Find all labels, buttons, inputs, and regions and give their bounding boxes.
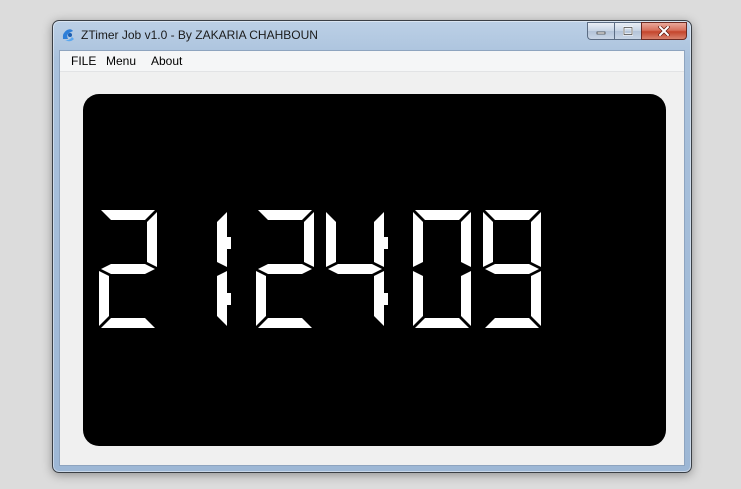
close-button[interactable] [641,22,687,40]
digit-1-segment-d [101,318,155,328]
title-bar[interactable]: ZTimer Job v1.0 - By ZAKARIA CHAHBOUN [53,21,691,49]
ztimer-app-icon[interactable] [60,27,76,43]
digit-1-segment-b [147,212,157,267]
digit-3-segment-b [304,212,314,267]
digit-5-segment-c [461,271,471,326]
clock-digit-4 [326,212,384,326]
digit-4-segment-g [328,264,382,274]
digit-1-segment-e [99,271,109,326]
app-window: ZTimer Job v1.0 - By ZAKARIA CHAHBOUN FI… [52,20,692,473]
clock-digit-5 [413,210,471,328]
digit-6-segment-f [483,212,493,267]
window-controls [587,22,687,41]
digit-5-segment-b [461,212,471,267]
clock-digit-3 [256,210,314,328]
digit-6-segment-b [531,212,541,267]
menu-about[interactable]: About [149,54,184,68]
colon-2-dot-1 [376,237,388,249]
digit-6-segment-a [485,210,539,220]
colon-2-dot-2 [376,293,388,305]
digit-3-segment-e [256,271,266,326]
menu-file[interactable]: FILE [69,54,98,68]
window-title: ZTimer Job v1.0 - By ZAKARIA CHAHBOUN [81,28,318,42]
digit-5-segment-e [413,271,423,326]
digit-6-segment-d [485,318,539,328]
close-icon [658,26,670,36]
clock-display-panel [83,94,666,446]
colon-1-dot-2 [219,293,231,305]
digit-1-segment-a [101,210,155,220]
menu-menu[interactable]: Menu [104,54,138,68]
maximize-icon [623,26,633,36]
digit-3-segment-a [258,210,312,220]
digit-3-segment-d [258,318,312,328]
clock-digits [99,210,541,328]
minimize-button[interactable] [587,22,614,40]
clock-digit-2 [217,212,227,326]
clock-digit-6 [483,210,541,328]
digit-5-segment-f [413,212,423,267]
digit-6-segment-g [485,264,539,274]
maximize-button[interactable] [614,22,641,40]
clock-digit-1 [99,210,157,328]
client-area: FILE Menu About [59,50,685,466]
minimize-icon [596,31,606,35]
digit-5-segment-a [415,210,469,220]
digit-6-segment-c [531,271,541,326]
digit-1-segment-g [101,264,155,274]
digit-3-segment-g [258,264,312,274]
digit-5-segment-d [415,318,469,328]
colon-1-dot-1 [219,237,231,249]
digit-4-segment-f [326,212,336,267]
menu-bar: FILE Menu About [60,51,684,72]
